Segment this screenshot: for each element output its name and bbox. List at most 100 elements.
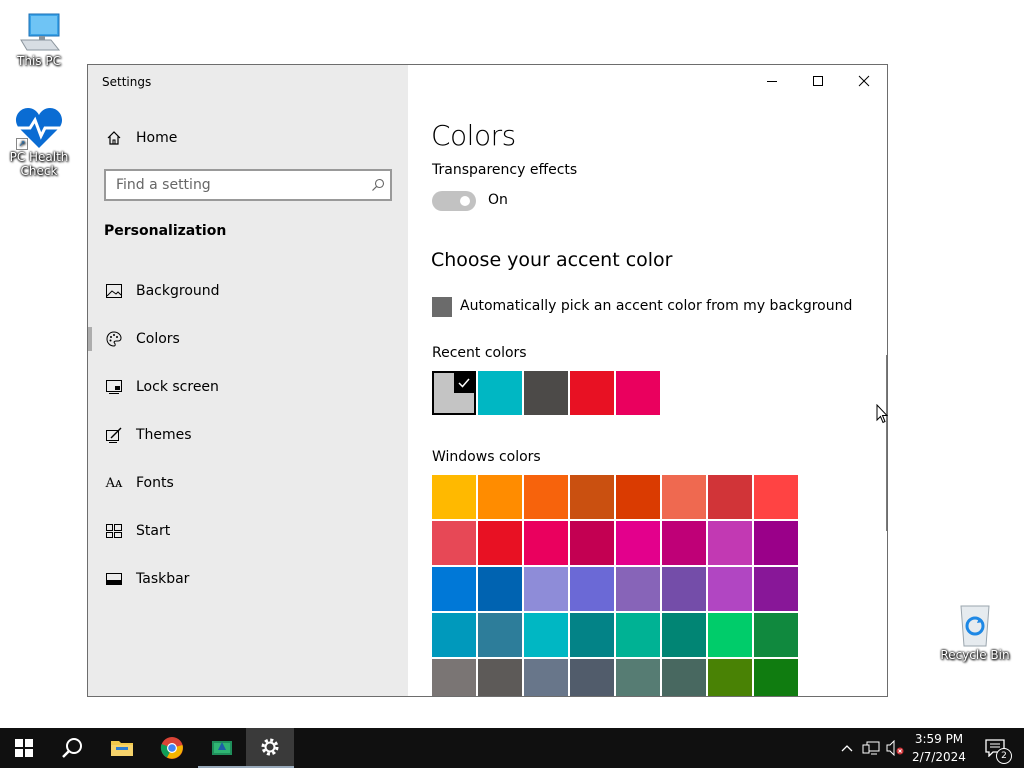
search-input[interactable] [106,176,366,194]
mouse-cursor-icon [876,403,889,428]
home-icon [104,130,124,146]
windows-color-swatch[interactable] [662,659,706,696]
windows-color-swatch[interactable] [708,567,752,611]
recent-color-swatch-selected[interactable] [432,371,476,415]
minimize-button[interactable] [749,65,795,97]
windows-color-swatch[interactable] [432,613,476,657]
windows-color-swatch[interactable] [524,521,568,565]
sidebar-item-background[interactable]: Background [88,271,408,311]
windows-color-swatch[interactable] [662,521,706,565]
windows-color-swatch[interactable] [524,475,568,519]
sidebar-item-colors[interactable]: Colors [88,319,408,359]
chrome-button[interactable] [148,728,196,768]
windows-color-swatch[interactable] [754,567,798,611]
pc-health-check-desktop-icon[interactable]: ↗ PC Health Check [3,106,75,178]
windows-color-swatch[interactable] [570,567,614,611]
action-center-button[interactable]: 2 [978,728,1012,768]
windows-color-swatch[interactable] [754,613,798,657]
windows-color-swatch[interactable] [570,659,614,696]
recent-color-swatch[interactable] [570,371,614,415]
recent-color-swatch[interactable] [478,371,522,415]
windows-color-swatch[interactable] [570,613,614,657]
windows-color-swatch[interactable] [708,613,752,657]
start-icon [104,524,124,538]
windows-color-swatch[interactable] [570,521,614,565]
windows-color-swatch[interactable] [524,659,568,696]
volume-button[interactable] [884,728,906,768]
sidebar-item-label: Start [136,523,171,539]
settings-taskbar-button[interactable] [246,728,294,768]
windows-color-swatch[interactable] [478,659,522,696]
clock[interactable]: 3:59 PM 2/7/2024 [906,730,972,766]
pc-health-check-label: PC Health Check [9,150,69,178]
windows-color-swatch[interactable] [478,475,522,519]
settings-window: Settings Home Personalization Background [87,64,888,697]
chevron-up-icon [841,745,853,752]
windows-color-swatch[interactable] [478,521,522,565]
windows-color-swatch[interactable] [432,659,476,696]
windows-color-swatch[interactable] [616,659,660,696]
sidebar-item-home[interactable]: Home [88,118,408,158]
auto-accent-checkbox[interactable] [432,297,452,317]
windows-color-swatch[interactable] [616,475,660,519]
palette-icon [104,331,124,347]
maximize-button[interactable] [795,65,841,97]
image-icon [104,284,124,298]
search-icon[interactable] [366,178,390,192]
taskbar-search-button[interactable] [48,728,96,768]
fonts-icon: Aᴀ [105,475,123,491]
recent-colors-row [432,371,660,415]
computer-icon [17,10,61,54]
windows-color-swatch[interactable] [754,521,798,565]
windows-color-swatch[interactable] [754,475,798,519]
sidebar-item-themes[interactable]: Themes [88,415,408,455]
windows-color-swatch[interactable] [432,475,476,519]
recycle-bin-label: Recycle Bin [940,648,1010,662]
windows-color-swatch[interactable] [616,521,660,565]
toggle-knob [460,196,470,206]
this-pc-label: This PC [17,54,61,68]
health-heart-icon: ↗ [14,106,64,150]
recent-color-swatch[interactable] [524,371,568,415]
shortcut-arrow-icon: ↗ [16,138,28,150]
scrollbar-thumb[interactable] [886,355,887,531]
maximize-icon [813,76,823,86]
network-button[interactable] [860,728,882,768]
search-box[interactable] [104,169,392,201]
windows-color-swatch[interactable] [708,475,752,519]
windows-color-swatch[interactable] [478,567,522,611]
this-pc-desktop-icon[interactable]: This PC [3,10,75,68]
windows-color-swatch[interactable] [616,613,660,657]
start-button[interactable] [0,728,48,768]
transparency-label: Transparency effects [432,162,578,178]
recent-colors-label: Recent colors [432,345,527,361]
windows-color-swatch[interactable] [616,567,660,611]
show-hidden-icons-button[interactable] [838,728,856,768]
sidebar-item-taskbar[interactable]: Taskbar [88,559,408,599]
sidebar-item-lock-screen[interactable]: Lock screen [88,367,408,407]
network-icon [862,741,880,755]
windows-color-swatch[interactable] [432,521,476,565]
page-title: Colors [431,119,516,152]
transparency-toggle[interactable] [432,191,476,211]
sidebar-item-start[interactable]: Start [88,511,408,551]
recent-color-swatch[interactable] [616,371,660,415]
recycle-bin-desktop-icon[interactable]: Recycle Bin [939,600,1011,662]
file-explorer-button[interactable] [98,728,146,768]
taskbar: 3:59 PM 2/7/2024 2 [0,728,1024,768]
close-button[interactable] [841,65,887,97]
windows-color-swatch[interactable] [708,521,752,565]
windows-color-swatch[interactable] [432,567,476,611]
sidebar-item-label: Background [136,283,220,299]
windows-color-swatch[interactable] [662,567,706,611]
app-taskbar-button[interactable] [198,728,246,768]
windows-color-swatch[interactable] [662,475,706,519]
sidebar-item-fonts[interactable]: Aᴀ Fonts [88,463,408,503]
windows-color-swatch[interactable] [524,613,568,657]
windows-color-swatch[interactable] [754,659,798,696]
windows-color-swatch[interactable] [524,567,568,611]
windows-color-swatch[interactable] [570,475,614,519]
windows-color-swatch[interactable] [708,659,752,696]
windows-color-swatch[interactable] [478,613,522,657]
windows-color-swatch[interactable] [662,613,706,657]
